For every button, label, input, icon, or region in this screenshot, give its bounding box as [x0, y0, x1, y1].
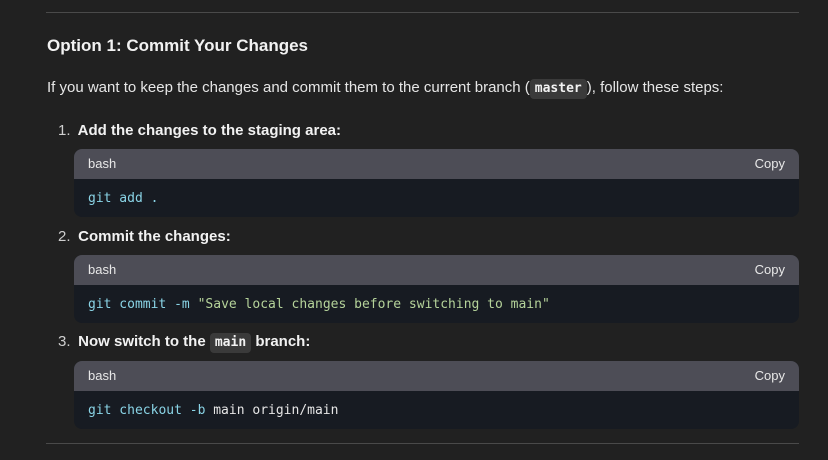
- code-token: main origin/main: [205, 403, 339, 418]
- step-text: Commit the changes:: [78, 228, 231, 245]
- code-token: git add: [88, 191, 143, 206]
- step-text-after: branch:: [251, 333, 311, 350]
- code-body: git add .: [74, 179, 799, 217]
- code-token: git commit: [88, 297, 167, 312]
- step-text: Add the changes to the staging area:: [77, 122, 341, 139]
- branch-inline-code: master: [529, 79, 587, 99]
- intro-text-before: If you want to keep the changes and comm…: [47, 79, 530, 96]
- intro-paragraph: If you want to keep the changes and comm…: [47, 78, 723, 99]
- code-language-label: bash: [88, 262, 117, 277]
- step-number: 3.: [58, 333, 71, 350]
- step-3: 3. Now switch to the main branch:: [58, 332, 310, 353]
- code-line: git checkout -b main origin/main: [88, 403, 338, 418]
- code-token: "Save local changes before switching to …: [189, 297, 550, 312]
- intro-text-after: ), follow these steps:: [586, 79, 724, 96]
- section-heading: Option 1: Commit Your Changes: [47, 36, 308, 55]
- code-language-label: bash: [88, 368, 117, 383]
- copy-button[interactable]: Copy: [755, 262, 785, 277]
- copy-button[interactable]: Copy: [755, 156, 785, 171]
- top-divider: [46, 12, 799, 13]
- code-body: git commit -m "Save local changes before…: [74, 285, 799, 323]
- code-line: git commit -m "Save local changes before…: [88, 297, 550, 312]
- step-text-before: Now switch to the: [78, 333, 210, 350]
- step-2: 2. Commit the changes:: [58, 227, 231, 247]
- code-block-3: bash Copy git checkout -b main origin/ma…: [74, 361, 799, 429]
- code-token: -b: [181, 403, 206, 418]
- code-block-header: bash Copy: [74, 361, 799, 391]
- code-block-header: bash Copy: [74, 255, 799, 285]
- code-block-header: bash Copy: [74, 149, 799, 179]
- copy-button[interactable]: Copy: [755, 368, 785, 383]
- step-number: 1.: [58, 122, 71, 139]
- code-block-2: bash Copy git commit -m "Save local chan…: [74, 255, 799, 323]
- main-inline-code: main: [209, 333, 252, 353]
- code-line: git add .: [88, 191, 158, 206]
- code-body: git checkout -b main origin/main: [74, 391, 799, 429]
- code-token: -m: [166, 297, 190, 312]
- step-number: 2.: [58, 228, 71, 245]
- code-block-1: bash Copy git add .: [74, 149, 799, 217]
- code-token: .: [142, 191, 159, 206]
- code-token: git checkout: [88, 403, 182, 418]
- bottom-divider: [46, 443, 799, 444]
- step-1: 1. Add the changes to the staging area:: [58, 121, 341, 141]
- code-language-label: bash: [88, 156, 117, 171]
